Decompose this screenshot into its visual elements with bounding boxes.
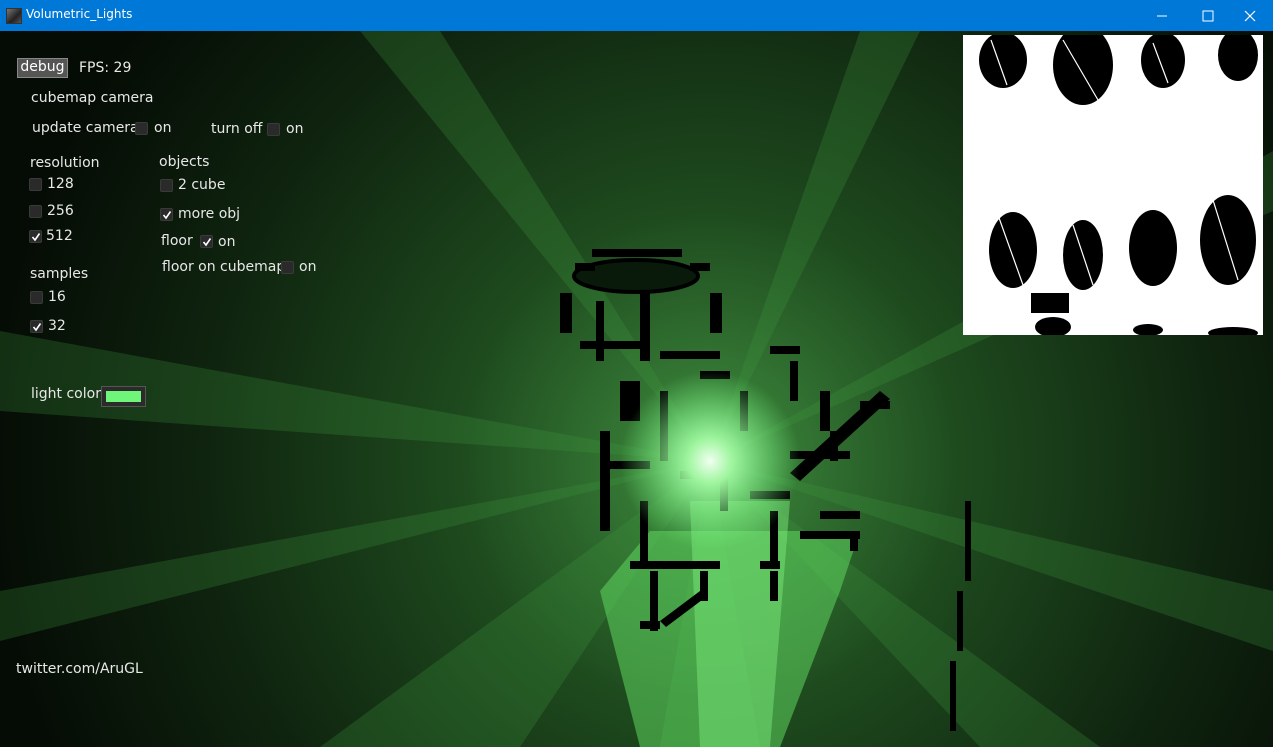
two-cube-checkbox[interactable] [160,179,173,192]
light-source [620,371,800,551]
maximize-button[interactable] [1185,0,1231,31]
cubemap-camera-heading: cubemap camera [31,90,154,106]
close-button[interactable] [1227,0,1273,31]
checkmark-icon [202,238,212,247]
debug-button[interactable]: debug [17,58,68,78]
window-title: Volumetric_Lights [26,7,133,21]
title-bar: Volumetric_Lights [0,0,1273,31]
shadow-map-image [979,25,1258,339]
more-obj-label: more obj [178,206,241,222]
floor-option: on [218,234,236,250]
credit-link[interactable]: twitter.com/AruGL [16,661,143,677]
objects-heading: objects [159,154,210,170]
resolution-512-label: 512 [46,228,73,244]
app-icon [6,8,22,24]
resolution-256-label: 256 [47,203,74,219]
light-color-label: light color [31,386,101,402]
checkmark-icon [32,323,42,332]
fps-readout: FPS: 29 [79,60,132,76]
resolution-128-label: 128 [47,176,74,192]
minimize-button[interactable] [1139,0,1185,31]
samples-16-label: 16 [48,289,66,305]
light-color-swatch [106,391,141,402]
floor-on-cubemap-label: floor on cubemap [162,259,286,275]
update-camera-checkbox[interactable] [135,122,148,135]
more-obj-checkbox[interactable] [160,208,173,221]
resolution-heading: resolution [30,155,100,171]
samples-16-checkbox[interactable] [30,291,43,304]
update-camera-label: update camera [32,120,139,136]
floor-checkbox[interactable] [200,235,213,248]
minimize-icon [1157,15,1167,17]
checkmark-icon [31,233,41,242]
two-cube-label: 2 cube [178,177,226,193]
resolution-256-checkbox[interactable] [29,205,42,218]
cubemap-shadow-preview [963,25,1263,339]
turn-off-option: on [286,121,304,137]
samples-32-label: 32 [48,318,66,334]
floor-on-cubemap-option: on [299,259,317,275]
light-color-picker[interactable] [101,386,146,407]
resolution-512-checkbox[interactable] [29,230,42,243]
checkmark-icon [162,211,172,220]
samples-heading: samples [30,266,89,282]
turn-off-label: turn off [211,121,263,137]
turn-off-checkbox[interactable] [267,123,280,136]
floor-label: floor [161,233,193,249]
floor-on-cubemap-checkbox[interactable] [281,261,294,274]
samples-32-checkbox[interactable] [30,320,43,333]
maximize-icon [1202,10,1214,22]
resolution-128-checkbox[interactable] [29,178,42,191]
close-icon [1244,10,1256,22]
update-camera-option: on [154,120,172,136]
